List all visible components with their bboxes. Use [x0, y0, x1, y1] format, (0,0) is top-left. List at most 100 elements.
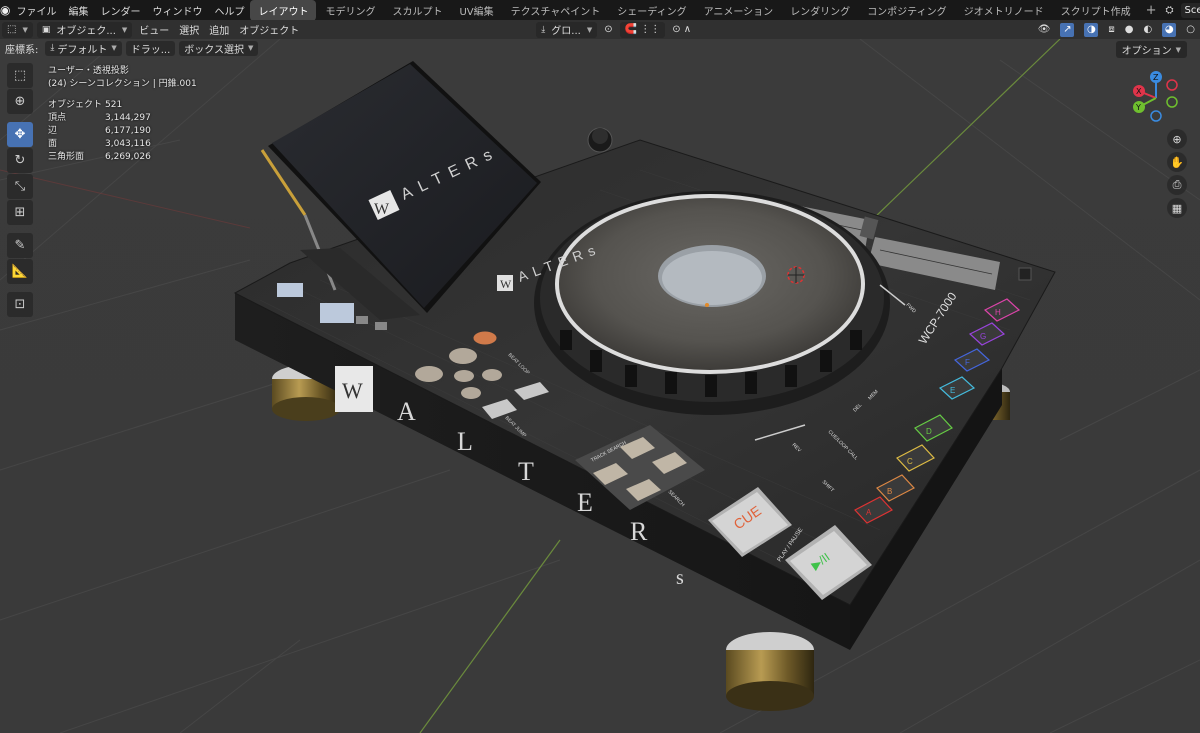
- stat-value: 521: [105, 100, 123, 110]
- visibility-icon[interactable]: 👁: [1033, 22, 1056, 38]
- chevron-down-icon: ▼: [22, 25, 28, 34]
- tab-animation[interactable]: アニメーション: [696, 0, 782, 21]
- tab-layout[interactable]: レイアウト: [250, 0, 317, 21]
- stat-label: オブジェクト: [48, 100, 103, 110]
- hot-cue-f: F: [965, 358, 970, 367]
- menu-add[interactable]: 追加: [204, 22, 234, 38]
- hot-cue-g: G: [980, 332, 986, 341]
- tab-uv-editing[interactable]: UV編集: [451, 0, 501, 21]
- chevron-down-icon: ▼: [248, 44, 254, 52]
- scene-selector[interactable]: Sce: [1180, 2, 1200, 18]
- hot-cue-e: E: [950, 386, 955, 395]
- mode-value: オブジェク...: [56, 26, 116, 37]
- neg-z-icon[interactable]: [1150, 110, 1162, 122]
- x-axis-label: X: [1136, 87, 1142, 96]
- pivot-icon: ⤓: [50, 43, 55, 53]
- menu-render[interactable]: レンダー: [94, 3, 146, 18]
- camera-icon[interactable]: ⎙: [1167, 175, 1187, 195]
- zoom-icon[interactable]: ⊕: [1167, 129, 1187, 149]
- tab-sculpt[interactable]: スカルプト: [384, 0, 450, 21]
- drag-dropdown[interactable]: ドラッ...: [125, 40, 176, 56]
- overlay-toggle-icon[interactable]: ◑: [1079, 22, 1103, 38]
- measure-tool-icon[interactable]: 📐: [7, 259, 33, 284]
- select-mode-dropdown[interactable]: ボックス選択 ▼: [179, 40, 259, 56]
- hot-cue-h: H: [995, 308, 1001, 317]
- stat-label: 三角形面: [48, 152, 85, 162]
- wireframe-shading-icon[interactable]: ●: [1120, 22, 1139, 38]
- transform-tool-icon[interactable]: ⊞: [7, 200, 33, 225]
- stat-label: 面: [48, 139, 58, 149]
- add-cube-tool-icon[interactable]: ⊡: [7, 292, 33, 317]
- menu-select[interactable]: 選択: [174, 22, 204, 38]
- stat-value: 6,177,190: [105, 126, 151, 136]
- pivot-icon[interactable]: ⊙: [599, 22, 617, 38]
- neg-y-icon[interactable]: [1166, 96, 1178, 108]
- coord-value: デフォルト: [57, 44, 108, 56]
- menu-file[interactable]: ファイル: [10, 3, 62, 18]
- tab-rendering[interactable]: レンダリング: [782, 0, 858, 21]
- stat-label: 辺: [48, 126, 58, 136]
- stat-label: 頂点: [48, 113, 67, 123]
- pan-hand-icon[interactable]: ✋: [1167, 152, 1187, 172]
- proportional-edit-icon[interactable]: ⊙ ∧: [667, 22, 696, 38]
- transform-orientation-dropdown[interactable]: ⤓ グロ... ▼: [536, 21, 598, 38]
- rendered-shading-icon[interactable]: ○: [1181, 22, 1200, 38]
- tab-modeling[interactable]: モデリング: [317, 0, 383, 21]
- tab-texture-paint[interactable]: テクスチャペイント: [503, 0, 609, 21]
- deck-logo: W: [500, 277, 512, 291]
- menu-help[interactable]: ヘルプ: [208, 3, 250, 18]
- menu-object[interactable]: オブジェクト: [234, 22, 304, 38]
- scale-tool-icon[interactable]: ⤡: [7, 174, 33, 199]
- navigation-gizmo[interactable]: Z X Y: [1128, 68, 1190, 126]
- scene-icon[interactable]: ⛭: [1163, 3, 1177, 17]
- options-label: オプション: [1121, 46, 1172, 57]
- coord-dropdown[interactable]: ⤓ デフォルト ▼: [45, 40, 122, 56]
- blender-logo-icon[interactable]: ◉: [0, 0, 10, 20]
- top-menubar: ◉ ファイル 編集 レンダー ウィンドウ ヘルプ レイアウト モデリング スカル…: [0, 0, 1200, 21]
- front-letter: L: [457, 427, 473, 456]
- solid-shading-icon[interactable]: ◐: [1139, 22, 1158, 38]
- select-mode-value: ボックス選択: [184, 44, 244, 56]
- scene-stats: オブジェクト 521 頂点 3,144,297 辺 6,177,190 面 3,043,…: [48, 99, 197, 164]
- menu-window[interactable]: ウィンドウ: [146, 3, 208, 18]
- snap-icon[interactable]: 🧲 ⋮⋮: [619, 21, 666, 38]
- tab-compositing[interactable]: コンポジティング: [859, 0, 954, 21]
- menu-edit[interactable]: 編集: [62, 3, 94, 18]
- editor-type-icon: ⬚: [7, 24, 17, 35]
- move-tool-icon[interactable]: ✥: [7, 122, 33, 147]
- xray-toggle-icon[interactable]: ⧈: [1103, 22, 1119, 38]
- tab-scripting[interactable]: スクリプト作成: [1053, 0, 1139, 21]
- object-mode-icon: ▣: [41, 24, 51, 35]
- tool-settings-bar: 座標系: ⤓ デフォルト ▼ ドラッ... ボックス選択 ▼: [0, 39, 1200, 57]
- ortho-grid-icon[interactable]: ▦: [1167, 198, 1187, 218]
- front-letter: T: [518, 457, 534, 486]
- z-axis-label: Z: [1153, 73, 1159, 82]
- orientation-value: グロ...: [551, 26, 581, 37]
- y-axis-label: Y: [1135, 103, 1141, 112]
- tab-geometry-nodes[interactable]: ジオメトリノード: [956, 0, 1052, 21]
- chevron-down-icon: ▼: [121, 25, 128, 34]
- stat-value: 6,269,026: [105, 152, 151, 162]
- screen-logo: W: [374, 201, 390, 218]
- chevron-down-icon: ▼: [1175, 45, 1181, 54]
- 3d-viewport[interactable]: A L T E R s W W ALTERs W ALTERs WCP-7000…: [0, 39, 1200, 733]
- chevron-down-icon: ▼: [586, 25, 593, 34]
- rotate-tool-icon[interactable]: ↻: [7, 148, 33, 173]
- hot-cue-a: A: [866, 508, 872, 517]
- options-button[interactable]: オプション ▼: [1115, 41, 1187, 58]
- hot-cue-b: B: [887, 487, 892, 496]
- menu-view[interactable]: ビュー: [134, 22, 174, 38]
- material-shading-icon[interactable]: ◕: [1157, 22, 1181, 38]
- mode-dropdown[interactable]: ▣ オブジェク... ▼: [36, 21, 133, 38]
- cursor-tool-icon[interactable]: ⊕: [7, 89, 33, 114]
- stat-value: 3,043,116: [105, 139, 151, 149]
- select-box-tool-icon[interactable]: ⬚: [7, 63, 33, 88]
- tab-shading[interactable]: シェーディング: [609, 0, 694, 21]
- coord-label: 座標系:: [5, 44, 39, 56]
- annotate-tool-icon[interactable]: ✎: [7, 233, 33, 258]
- gizmo-toggle-icon[interactable]: ↗: [1055, 22, 1079, 38]
- view-name: ユーザー・透視投影: [48, 66, 129, 76]
- add-workspace-button[interactable]: +: [1140, 3, 1163, 18]
- editor-type-dropdown[interactable]: ⬚ ▼: [2, 21, 33, 38]
- neg-x-icon[interactable]: [1166, 79, 1178, 91]
